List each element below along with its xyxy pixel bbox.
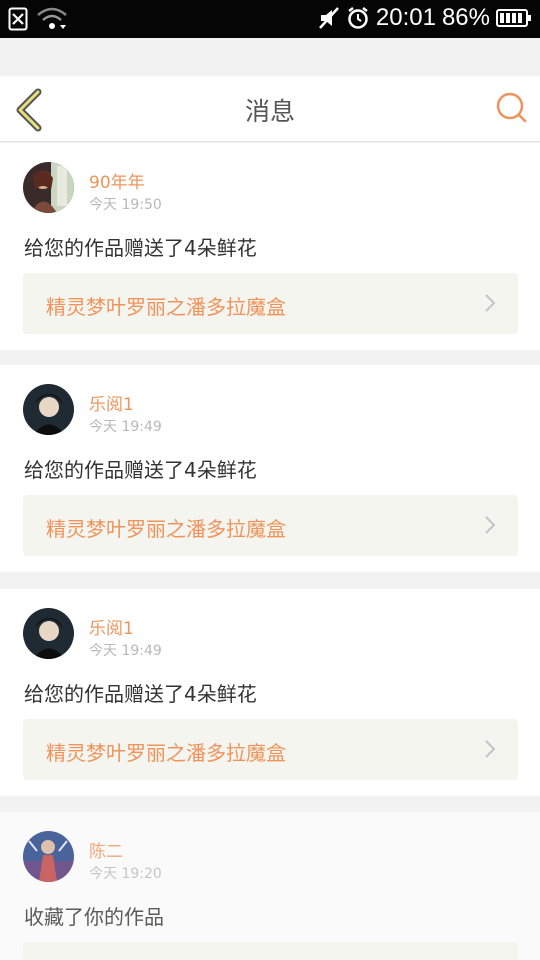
alarm-icon: [346, 6, 370, 30]
message-time: 今天 19:50: [89, 197, 162, 213]
user-name[interactable]: 陈二: [89, 837, 123, 862]
chevron-right-icon: [485, 294, 496, 312]
message-text: 给您的作品赠送了4朵鲜花: [24, 236, 257, 260]
message-card: 90年年 今天 19:50 给您的作品赠送了4朵鲜花 精灵梦叶罗丽之潘多拉魔盒: [0, 143, 540, 350]
message-time: 今天 19:49: [89, 419, 162, 435]
work-title: 精灵梦叶罗丽之潘多拉魔盒: [46, 741, 286, 765]
avatar[interactable]: [23, 608, 74, 659]
search-button[interactable]: [494, 90, 530, 126]
avatar[interactable]: [23, 162, 74, 213]
work-title: 精灵梦叶罗丽之潘多拉魔盒: [46, 517, 286, 541]
message-card: 陈二 今天 19:20 收藏了你的作品: [0, 812, 540, 960]
work-link[interactable]: 精灵梦叶罗丽之潘多拉魔盒: [23, 273, 518, 334]
avatar[interactable]: [23, 831, 74, 882]
message-time: 今天 19:20: [89, 866, 162, 882]
chevron-right-icon: [485, 516, 496, 534]
avatar[interactable]: [23, 384, 74, 435]
battery-percent: 86%: [441, 4, 490, 31]
user-name[interactable]: 90年年: [89, 168, 145, 193]
user-name[interactable]: 乐阅1: [89, 614, 134, 639]
work-title: 精灵梦叶罗丽之潘多拉魔盒: [46, 295, 286, 319]
search-icon: [496, 92, 527, 123]
status-bar: 20:01 86%: [0, 0, 540, 38]
message-card: 乐阅1 今天 19:49 给您的作品赠送了4朵鲜花 精灵梦叶罗丽之潘多拉魔盒: [0, 365, 540, 572]
message-text: 收藏了你的作品: [24, 905, 164, 929]
sim-off-icon: [8, 7, 28, 31]
work-link[interactable]: 精灵梦叶罗丽之潘多拉魔盒: [23, 495, 518, 556]
message-text: 给您的作品赠送了4朵鲜花: [24, 458, 257, 482]
work-link[interactable]: 精灵梦叶罗丽之潘多拉魔盒: [23, 719, 518, 780]
status-time: 20:01: [375, 4, 436, 31]
wifi-icon: [36, 7, 68, 31]
chevron-right-icon: [485, 740, 496, 758]
battery-icon: [496, 8, 532, 28]
user-name[interactable]: 乐阅1: [89, 390, 134, 415]
page-title: 消息: [244, 97, 295, 126]
app-header: 消息: [0, 76, 540, 142]
work-link[interactable]: [23, 942, 518, 960]
message-text: 给您的作品赠送了4朵鲜花: [24, 682, 257, 706]
message-time: 今天 19:49: [89, 643, 162, 659]
mute-icon: [318, 6, 340, 30]
message-card: 乐阅1 今天 19:49 给您的作品赠送了4朵鲜花 精灵梦叶罗丽之潘多拉魔盒: [0, 589, 540, 796]
